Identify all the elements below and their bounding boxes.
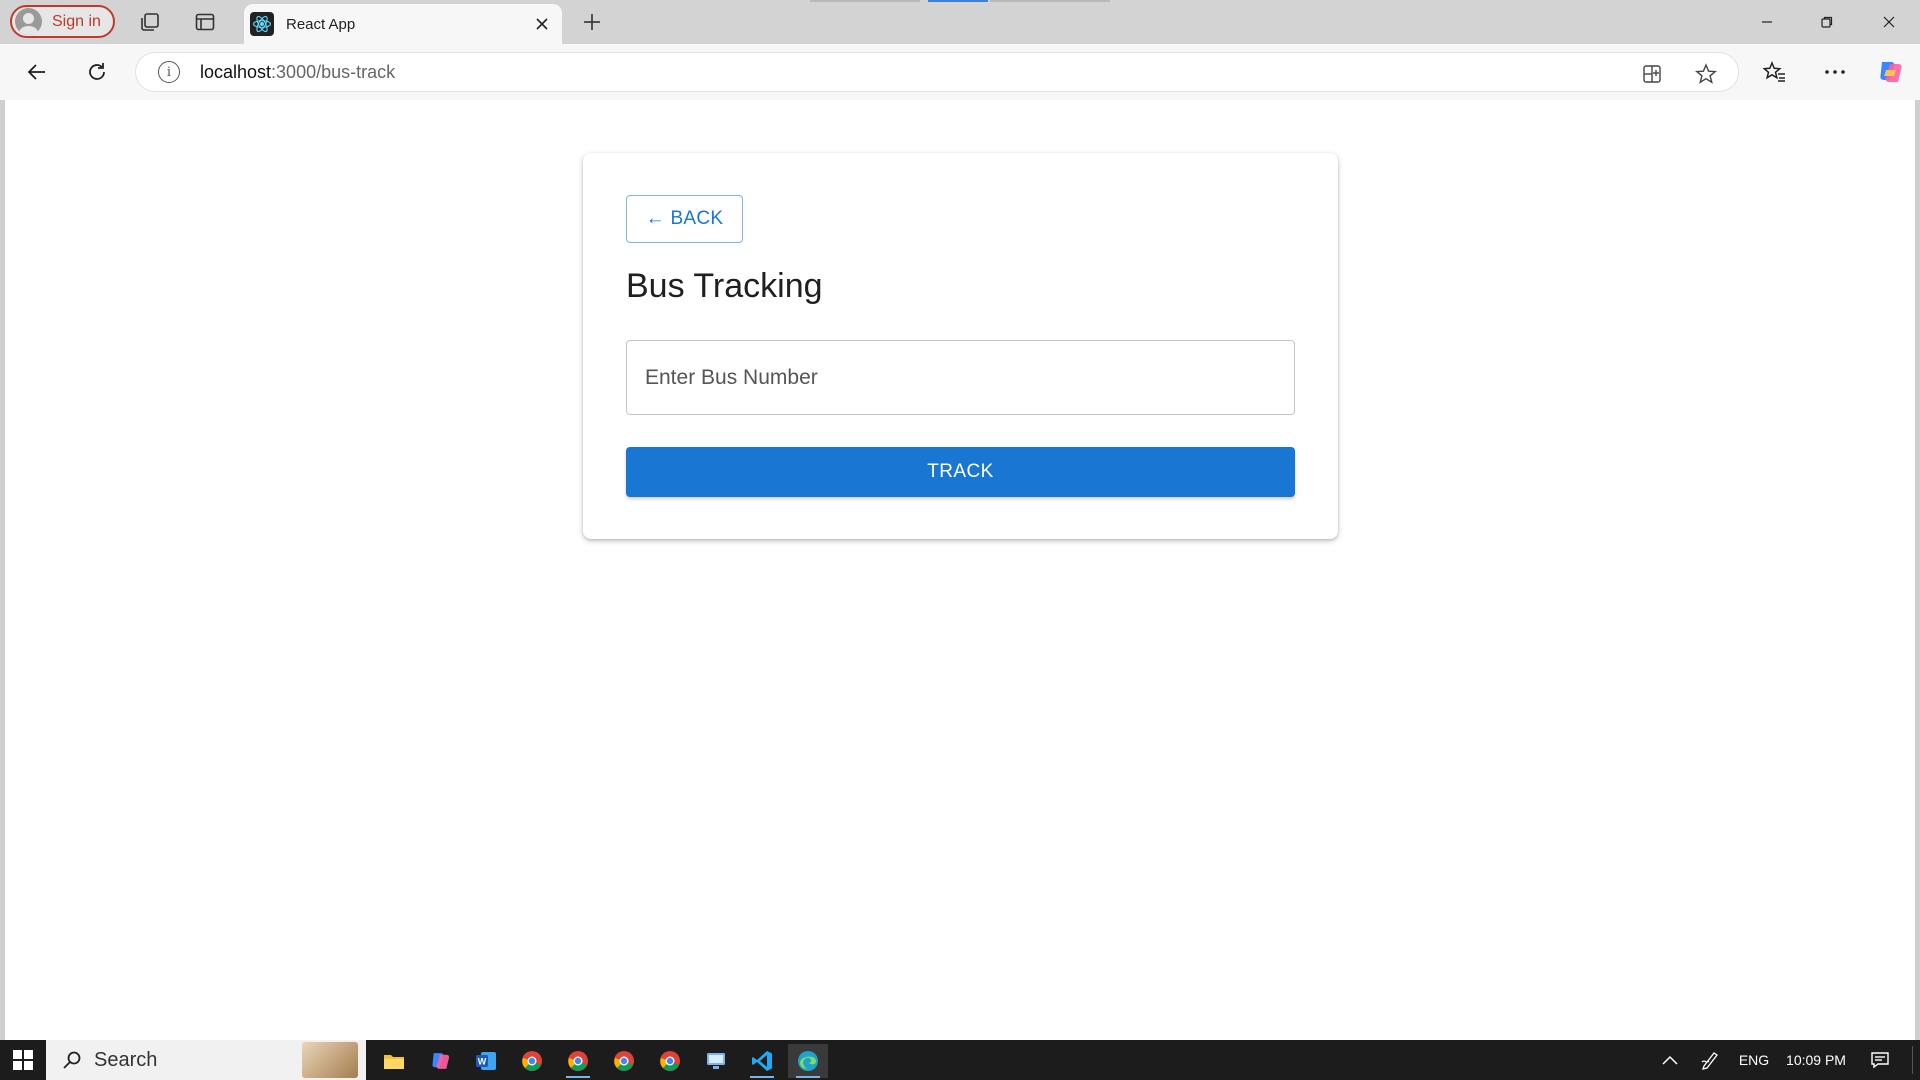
- pen-input-icon[interactable]: [1696, 1040, 1724, 1080]
- tab-title: React App: [286, 15, 356, 33]
- clock[interactable]: 10:09 PM: [1780, 1040, 1852, 1080]
- svg-text:W: W: [478, 1057, 487, 1067]
- chrome-icon[interactable]: [512, 1044, 552, 1078]
- browser-tab-bar: Sign in React App: [0, 0, 1920, 44]
- notifications-icon[interactable]: [1866, 1040, 1894, 1080]
- favorites-icon[interactable]: [1760, 57, 1790, 87]
- new-tab-icon[interactable]: [578, 8, 606, 36]
- app-available-icon[interactable]: [1640, 62, 1664, 86]
- show-hidden-icons-icon[interactable]: [1656, 1040, 1684, 1080]
- page-viewport: ← BACK Bus Tracking TRACK: [5, 100, 1915, 1040]
- chrome-icon[interactable]: [604, 1044, 644, 1078]
- network-manager-icon[interactable]: [696, 1044, 736, 1078]
- url-text[interactable]: localhost:3000/bus-track: [200, 62, 395, 83]
- file-explorer-icon[interactable]: [374, 1044, 414, 1078]
- close-window-icon[interactable]: [1866, 6, 1912, 38]
- refresh-icon[interactable]: [82, 57, 112, 87]
- favorite-star-icon[interactable]: [1694, 62, 1718, 86]
- edge-icon[interactable]: [788, 1044, 828, 1078]
- copilot-app-icon[interactable]: [420, 1044, 460, 1078]
- profile-avatar-icon: [15, 8, 42, 35]
- windows-taskbar: Search W ENG 10:09 PM: [0, 1040, 1920, 1080]
- minimize-window-icon[interactable]: [1744, 6, 1790, 38]
- tab-strip-indicators: [810, 0, 1110, 2]
- search-label: Search: [94, 1048, 158, 1071]
- bus-tracking-card: ← BACK Bus Tracking TRACK: [583, 153, 1338, 539]
- chrome-icon[interactable]: [650, 1044, 690, 1078]
- tab-react-app[interactable]: React App: [244, 4, 562, 44]
- copilot-icon[interactable]: [1875, 57, 1905, 87]
- sign-in-button[interactable]: Sign in: [10, 5, 115, 38]
- sign-in-label: Sign in: [52, 12, 101, 30]
- page-title: Bus Tracking: [626, 267, 823, 305]
- taskbar-search[interactable]: Search: [46, 1040, 366, 1080]
- tab-actions-icon[interactable]: [192, 9, 218, 35]
- chrome-icon[interactable]: [558, 1044, 598, 1078]
- react-icon: [250, 12, 274, 36]
- restore-window-icon[interactable]: [1804, 6, 1850, 38]
- back-icon[interactable]: [22, 57, 52, 87]
- windows-start-icon[interactable]: [0, 1040, 46, 1080]
- vscode-icon[interactable]: [742, 1044, 782, 1078]
- track-button[interactable]: TRACK: [626, 447, 1295, 497]
- word-icon[interactable]: W: [466, 1044, 506, 1078]
- close-tab-icon[interactable]: [532, 14, 552, 34]
- back-button[interactable]: ← BACK: [626, 195, 743, 243]
- browser-toolbar: i localhost:3000/bus-track: [0, 44, 1920, 100]
- more-icon[interactable]: [1820, 57, 1850, 87]
- show-desktop-divider[interactable]: [1912, 1046, 1913, 1074]
- language-indicator[interactable]: ENG: [1734, 1040, 1774, 1080]
- info-icon[interactable]: i: [158, 61, 180, 83]
- address-bar[interactable]: i localhost:3000/bus-track: [135, 52, 1739, 92]
- workspaces-icon[interactable]: [137, 9, 163, 35]
- search-highlight-icon: [302, 1042, 358, 1078]
- bus-number-input[interactable]: [626, 340, 1295, 415]
- search-icon: [63, 1051, 81, 1069]
